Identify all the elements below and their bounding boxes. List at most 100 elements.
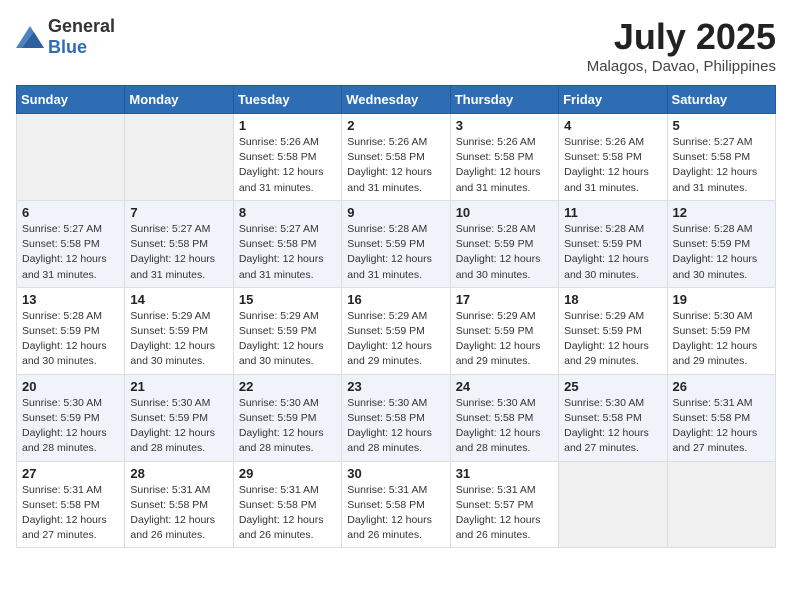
day-info: Sunrise: 5:29 AMSunset: 5:59 PMDaylight:… bbox=[347, 309, 444, 370]
day-info: Sunrise: 5:28 AMSunset: 5:59 PMDaylight:… bbox=[22, 309, 119, 370]
day-info: Sunrise: 5:30 AMSunset: 5:58 PMDaylight:… bbox=[564, 396, 661, 457]
table-row: 7 Sunrise: 5:27 AMSunset: 5:58 PMDaylight… bbox=[125, 200, 233, 287]
table-row: 29 Sunrise: 5:31 AMSunset: 5:58 PMDayligh… bbox=[233, 461, 341, 548]
day-info: Sunrise: 5:29 AMSunset: 5:59 PMDaylight:… bbox=[239, 309, 336, 370]
day-number: 1 bbox=[239, 118, 336, 133]
day-info: Sunrise: 5:26 AMSunset: 5:58 PMDaylight:… bbox=[347, 135, 444, 196]
day-number: 20 bbox=[22, 379, 119, 394]
day-number: 14 bbox=[130, 292, 227, 307]
table-row: 9 Sunrise: 5:28 AMSunset: 5:59 PMDaylight… bbox=[342, 200, 450, 287]
table-row: 17Sunrise: 5:29 AMSunset: 5:59 PMDayligh… bbox=[450, 287, 558, 374]
table-row: 2 Sunrise: 5:26 AMSunset: 5:58 PMDaylight… bbox=[342, 114, 450, 201]
table-row: 8Sunrise: 5:27 AMSunset: 5:58 PMDaylight… bbox=[233, 200, 341, 287]
day-number: 16 bbox=[347, 292, 444, 307]
table-row: 6 Sunrise: 5:27 AMSunset: 5:58 PMDaylight… bbox=[17, 200, 125, 287]
day-number: 8 bbox=[239, 205, 336, 220]
day-number: 23 bbox=[347, 379, 444, 394]
logo-blue: Blue bbox=[48, 37, 87, 57]
table-row: 19 Sunrise: 5:30 AMSunset: 5:59 PMDayligh… bbox=[667, 287, 775, 374]
logo-icon bbox=[16, 26, 44, 48]
day-info: Sunrise: 5:27 AMSunset: 5:58 PMDaylight:… bbox=[22, 222, 119, 283]
table-row: 21 Sunrise: 5:30 AMSunset: 5:59 PMDayligh… bbox=[125, 374, 233, 461]
calendar-header-row: Sunday Monday Tuesday Wednesday Thursday… bbox=[17, 86, 776, 114]
day-number: 10 bbox=[456, 205, 553, 220]
day-number: 5 bbox=[673, 118, 770, 133]
header-friday: Friday bbox=[559, 86, 667, 114]
day-info: Sunrise: 5:27 AMSunset: 5:58 PMDaylight:… bbox=[673, 135, 770, 196]
header-monday: Monday bbox=[125, 86, 233, 114]
table-row: 14 Sunrise: 5:29 AMSunset: 5:59 PMDayligh… bbox=[125, 287, 233, 374]
location-title: Malagos, Davao, Philippines bbox=[587, 58, 776, 75]
day-info: Sunrise: 5:30 AMSunset: 5:58 PMDaylight:… bbox=[456, 396, 553, 457]
day-info: Sunrise: 5:29 AMSunset: 5:59 PMDaylight:… bbox=[456, 309, 553, 370]
table-row: 15Sunrise: 5:29 AMSunset: 5:59 PMDayligh… bbox=[233, 287, 341, 374]
day-info: Sunrise: 5:29 AMSunset: 5:59 PMDaylight:… bbox=[564, 309, 661, 370]
day-number: 18 bbox=[564, 292, 661, 307]
day-number: 9 bbox=[347, 205, 444, 220]
table-row: 4Sunrise: 5:26 AMSunset: 5:58 PMDaylight… bbox=[559, 114, 667, 201]
day-number: 28 bbox=[130, 466, 227, 481]
day-info: Sunrise: 5:30 AMSunset: 5:59 PMDaylight:… bbox=[673, 309, 770, 370]
day-number: 7 bbox=[130, 205, 227, 220]
day-number: 19 bbox=[673, 292, 770, 307]
table-row: 30 Sunrise: 5:31 AMSunset: 5:58 PMDayligh… bbox=[342, 461, 450, 548]
day-number: 27 bbox=[22, 466, 119, 481]
table-row: 13 Sunrise: 5:28 AMSunset: 5:59 PMDayligh… bbox=[17, 287, 125, 374]
day-number: 13 bbox=[22, 292, 119, 307]
table-row: 18 Sunrise: 5:29 AMSunset: 5:59 PMDayligh… bbox=[559, 287, 667, 374]
table-row: 28 Sunrise: 5:31 AMSunset: 5:58 PMDayligh… bbox=[125, 461, 233, 548]
table-row: 1 Sunrise: 5:26 AMSunset: 5:58 PMDaylight… bbox=[233, 114, 341, 201]
table-row: 25 Sunrise: 5:30 AMSunset: 5:58 PMDayligh… bbox=[559, 374, 667, 461]
logo: General Blue bbox=[16, 16, 115, 58]
day-number: 25 bbox=[564, 379, 661, 394]
day-number: 11 bbox=[564, 205, 661, 220]
day-number: 30 bbox=[347, 466, 444, 481]
day-number: 31 bbox=[456, 466, 553, 481]
day-info: Sunrise: 5:29 AMSunset: 5:59 PMDaylight:… bbox=[130, 309, 227, 370]
day-number: 6 bbox=[22, 205, 119, 220]
table-row: 16 Sunrise: 5:29 AMSunset: 5:59 PMDayligh… bbox=[342, 287, 450, 374]
header-thursday: Thursday bbox=[450, 86, 558, 114]
table-row: 24 Sunrise: 5:30 AMSunset: 5:58 PMDayligh… bbox=[450, 374, 558, 461]
day-info: Sunrise: 5:31 AMSunset: 5:58 PMDaylight:… bbox=[673, 396, 770, 457]
calendar-week-row: 1 Sunrise: 5:26 AMSunset: 5:58 PMDaylight… bbox=[17, 114, 776, 201]
table-row bbox=[559, 461, 667, 548]
header-sunday: Sunday bbox=[17, 86, 125, 114]
day-number: 21 bbox=[130, 379, 227, 394]
day-number: 29 bbox=[239, 466, 336, 481]
day-info: Sunrise: 5:31 AMSunset: 5:58 PMDaylight:… bbox=[239, 483, 336, 544]
calendar-week-row: 27 Sunrise: 5:31 AMSunset: 5:58 PMDayligh… bbox=[17, 461, 776, 548]
day-number: 2 bbox=[347, 118, 444, 133]
table-row bbox=[125, 114, 233, 201]
table-row: 20Sunrise: 5:30 AMSunset: 5:59 PMDayligh… bbox=[17, 374, 125, 461]
day-info: Sunrise: 5:31 AMSunset: 5:57 PMDaylight:… bbox=[456, 483, 553, 544]
calendar-week-row: 6 Sunrise: 5:27 AMSunset: 5:58 PMDaylight… bbox=[17, 200, 776, 287]
day-info: Sunrise: 5:26 AMSunset: 5:58 PMDaylight:… bbox=[564, 135, 661, 196]
calendar-week-row: 20 Sunrise: 5:30 AMSunset: 5:59 PMDayligh… bbox=[17, 374, 776, 461]
day-info: Sunrise: 5:27 AMSunset: 5:58 PMDaylight:… bbox=[130, 222, 227, 283]
logo-general: General bbox=[48, 16, 115, 36]
day-info: Sunrise: 5:26 AMSunset: 5:58 PMDaylight:… bbox=[456, 135, 553, 196]
month-year-title: July 2025 bbox=[587, 16, 776, 58]
day-info: Sunrise: 5:28 AMSunset: 5:59 PMDaylight:… bbox=[564, 222, 661, 283]
day-info: Sunrise: 5:26 AMSunset: 5:58 PMDaylight:… bbox=[239, 135, 336, 196]
header-tuesday: Tuesday bbox=[233, 86, 341, 114]
calendar-week-row: 13 Sunrise: 5:28 AMSunset: 5:59 PMDayligh… bbox=[17, 287, 776, 374]
table-row: 31 Sunrise: 5:31 AMSunset: 5:57 PMDayligh… bbox=[450, 461, 558, 548]
day-info: Sunrise: 5:30 AMSunset: 5:59 PMDaylight:… bbox=[239, 396, 336, 457]
day-number: 24 bbox=[456, 379, 553, 394]
day-info: Sunrise: 5:30 AMSunset: 5:58 PMDaylight:… bbox=[347, 396, 444, 457]
day-number: 22 bbox=[239, 379, 336, 394]
table-row: 3Sunrise: 5:26 AMSunset: 5:58 PMDaylight… bbox=[450, 114, 558, 201]
table-row: 12Sunrise: 5:28 AMSunset: 5:59 PMDayligh… bbox=[667, 200, 775, 287]
calendar-table: Sunday Monday Tuesday Wednesday Thursday… bbox=[16, 85, 776, 548]
table-row: 27Sunrise: 5:31 AMSunset: 5:58 PMDayligh… bbox=[17, 461, 125, 548]
day-info: Sunrise: 5:31 AMSunset: 5:58 PMDaylight:… bbox=[347, 483, 444, 544]
table-row: 22 Sunrise: 5:30 AMSunset: 5:59 PMDayligh… bbox=[233, 374, 341, 461]
day-info: Sunrise: 5:28 AMSunset: 5:59 PMDaylight:… bbox=[347, 222, 444, 283]
day-number: 12 bbox=[673, 205, 770, 220]
day-info: Sunrise: 5:30 AMSunset: 5:59 PMDaylight:… bbox=[130, 396, 227, 457]
day-info: Sunrise: 5:31 AMSunset: 5:58 PMDaylight:… bbox=[130, 483, 227, 544]
header-saturday: Saturday bbox=[667, 86, 775, 114]
table-row: 11 Sunrise: 5:28 AMSunset: 5:59 PMDayligh… bbox=[559, 200, 667, 287]
